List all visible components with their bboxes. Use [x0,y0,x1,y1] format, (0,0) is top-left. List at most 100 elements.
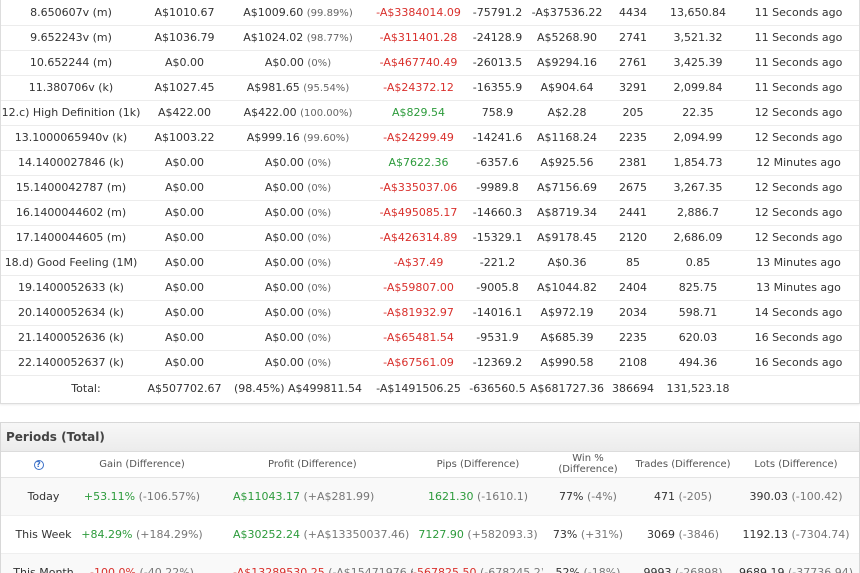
account-equity-value: A$0.00 [264,331,304,344]
account-profit: A$829.54 [368,100,469,126]
account-trades-value: 2404 [619,281,647,294]
period-lots: 390.03 (-100.42) [733,477,859,516]
account-balance: A$0.00 [141,225,228,251]
header-profit: Profit (Difference) [208,452,413,478]
account-lots: 825.75 [658,275,738,301]
account-lots-value: 2,886.7 [677,206,719,219]
account-trades: 4434 [608,0,658,26]
account-equity: A$0.00 (0%) [228,175,368,201]
account-name: 18.d) Good Feeling (1M) [1,250,141,276]
account-profit: -A$467740.49 [368,50,469,76]
account-profit-value: -A$426314.89 [379,231,458,244]
account-row[interactable]: 9.652243v (m) A$1036.79 A$1024.02 (98.77%)… [1,25,859,51]
period-pips-difference: (+582093.3) [467,527,538,541]
account-row[interactable]: 16.1400044602 (m) A$0.00 A$0.00 (0%) -A$495… [1,200,859,226]
account-name: 14.1400027846 (k) [1,150,141,176]
account-row[interactable]: 11.380706v (k) A$1027.45 A$981.65 (95.54%)… [1,75,859,101]
account-balance-value: A$0.00 [164,306,204,319]
account-row[interactable]: 8.650607v (m) A$1010.67 A$1009.60 (99.89%)… [1,0,859,26]
account-name: 19.1400052633 (k) [1,275,141,301]
account-row[interactable]: 22.1400052637 (k) A$0.00 A$0.00 (0%) -A$675… [1,350,859,376]
period-label-value: Today [27,489,60,503]
account-lots: 22.35 [658,100,738,126]
account-updated-value: 11 Seconds ago [754,81,843,94]
account-row[interactable]: 15.1400042787 (m) A$0.00 A$0.00 (0%) -A$335… [1,175,859,201]
header-gain: Gain (Difference) [76,452,208,478]
account-trades: 2741 [608,25,658,51]
account-name-value: 18.d) Good Feeling (1M) [4,256,138,269]
account-pips: -24128.9 [469,25,526,51]
account-profit: -A$81932.97 [368,300,469,326]
account-equity-percent: (99.89%) [306,7,353,19]
account-equity-value: A$0.00 [264,256,304,269]
period-trades-difference: (-205) [678,489,713,503]
account-equity-percent: (0%) [307,258,332,269]
account-row[interactable]: 19.1400052633 (k) A$0.00 A$0.00 (0%) -A$598… [1,275,859,301]
account-updated-value: 16 Seconds ago [754,356,843,369]
account-updated: 11 Seconds ago [738,50,859,76]
account-row[interactable]: 14.1400027846 (k) A$0.00 A$0.00 (0%) A$7622… [1,150,859,176]
account-avg-value: A$7156.69 [536,181,597,194]
account-equity-percent: (0%) [307,233,332,244]
period-trades-difference: (-26898) [674,565,723,573]
account-equity: A$0.00 (0%) [228,325,368,351]
period-row: This Week +84.29% (+184.29%) A$30252.24 (+… [1,515,859,554]
account-balance: A$0.00 [141,300,228,326]
period-gain: -100.0% (-40.22%) [76,553,208,573]
account-row[interactable]: 21.1400052636 (k) A$0.00 A$0.00 (0%) -A$654… [1,325,859,351]
period-lots-value: 390.03 [749,489,788,503]
period-label-value: This Week [15,527,72,541]
account-row[interactable]: 17.1400044605 (m) A$0.00 A$0.00 (0%) -A$426… [1,225,859,251]
account-pips: -6357.6 [469,150,526,176]
account-lots: 3,267.35 [658,175,738,201]
account-pips: -9531.9 [469,325,526,351]
account-trades: 2381 [608,150,658,176]
period-lots: 9689.19 (-37736.94) [733,553,859,573]
period-win: 52% (-18%) [543,553,633,573]
account-trades-value: 3291 [619,81,647,94]
header-win: Win % (Difference) [543,452,633,478]
account-balance: A$0.00 [141,275,228,301]
accounts-table: 8.650607v (m) A$1010.67 A$1009.60 (99.89%)… [1,0,859,402]
account-lots-value: 825.75 [678,281,718,294]
period-lots: 1192.13 (-7304.74) [733,515,859,554]
totals-equity: (98.45%) A$499811.54 [233,382,363,396]
account-trades-value: 2235 [619,331,647,344]
account-name-value: 22.1400052637 (k) [18,356,124,369]
account-updated-value: 14 Seconds ago [754,306,843,319]
account-name: 8.650607v (m) [1,0,141,26]
account-balance-value: A$1027.45 [154,81,215,94]
account-row[interactable]: 18.d) Good Feeling (1M) A$0.00 A$0.00 (0%)… [1,250,859,276]
account-balance-value: A$1036.79 [154,31,215,44]
account-updated: 16 Seconds ago [738,350,859,376]
account-trades: 2034 [608,300,658,326]
account-row[interactable]: 10.652244 (m) A$0.00 A$0.00 (0%) -A$467740.… [1,50,859,76]
account-updated-value: 13 Minutes ago [756,281,841,294]
account-avg-value: A$8719.34 [536,206,597,219]
account-equity: A$999.16 (99.60%) [228,125,368,151]
account-avg-value: A$9294.16 [536,56,597,69]
account-lots-value: 620.03 [678,331,718,344]
account-equity: A$422.00 (100.00%) [228,100,368,126]
account-updated: 12 Seconds ago [738,125,859,151]
account-balance-value: A$1010.67 [154,5,215,19]
account-profit: -A$37.49 [368,250,469,276]
account-profit-value: -A$335037.06 [379,181,458,194]
account-equity-percent: (0%) [307,58,332,69]
period-trades-value: 3069 [646,527,675,541]
account-lots: 3,425.39 [658,50,738,76]
account-trades-value: 85 [626,256,640,269]
account-name: 15.1400042787 (m) [1,175,141,201]
account-profit: -A$426314.89 [368,225,469,251]
account-row[interactable]: 12.c) High Definition (1k) A$422.00 A$422.… [1,100,859,126]
account-trades-value: 2441 [619,206,647,219]
period-profit: A$11043.17 (+A$281.99) [208,477,413,516]
account-updated: 11 Seconds ago [738,0,859,26]
period-trades-value: 9993 [643,565,672,573]
account-profit-value: -A$37.49 [393,256,444,269]
account-row[interactable]: 13.1000065940v (k) A$1003.22 A$999.16 (99.… [1,125,859,151]
help-icon[interactable]: ? [33,459,44,470]
account-row[interactable]: 20.1400052634 (k) A$0.00 A$0.00 (0%) -A$819… [1,300,859,326]
account-pips-value: -14660.3 [472,206,523,219]
account-avg-value: A$685.39 [540,331,594,344]
